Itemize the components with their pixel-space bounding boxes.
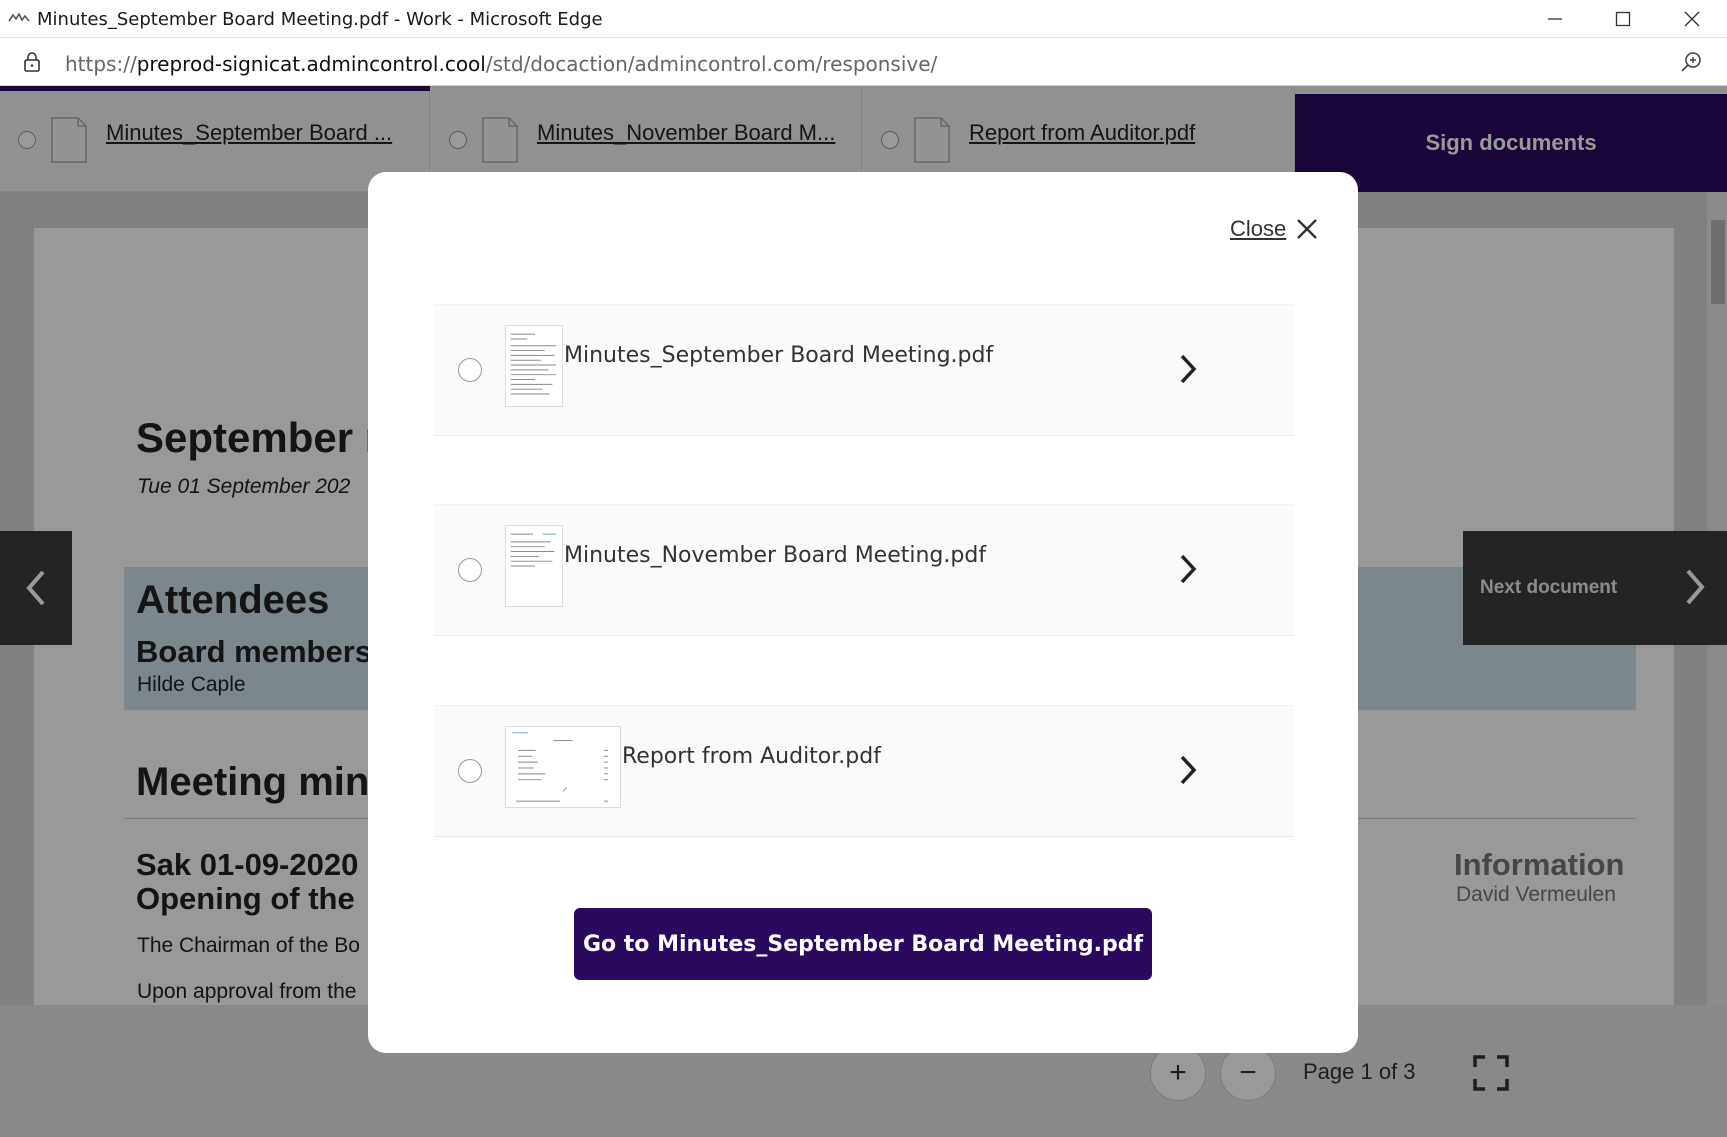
- zoom-icon[interactable]: [1681, 51, 1703, 73]
- document-name[interactable]: Report from Auditor.pdf: [622, 744, 881, 769]
- chevron-right-icon[interactable]: [1178, 754, 1198, 786]
- address-bar[interactable]: https://preprod-signicat.admincontrol.co…: [0, 39, 1727, 86]
- close-button[interactable]: Close: [1230, 216, 1318, 242]
- close-icon: [1684, 11, 1700, 27]
- document-row-november[interactable]: Minutes_November Board Meeting.pdf: [434, 504, 1294, 636]
- url-text[interactable]: https://preprod-signicat.admincontrol.co…: [65, 52, 937, 76]
- url-path: /std/docaction/admincontrol.com/responsi…: [485, 52, 938, 76]
- document-name[interactable]: Minutes_November Board Meeting.pdf: [564, 543, 986, 568]
- close-window-button[interactable]: [1672, 4, 1712, 34]
- minimize-icon: [1548, 18, 1562, 20]
- window-titlebar: Minutes_September Board Meeting.pdf - Wo…: [0, 0, 1727, 38]
- close-icon[interactable]: [1296, 218, 1318, 240]
- maximize-icon: [1615, 11, 1631, 27]
- lock-icon: [24, 52, 40, 72]
- minimize-button[interactable]: [1535, 4, 1575, 34]
- document-thumbnail: [505, 325, 563, 407]
- go-to-document-button[interactable]: Go to Minutes_September Board Meeting.pd…: [574, 908, 1152, 980]
- url-scheme: https://: [65, 52, 137, 76]
- document-list-modal: Close Minutes_September Board Meeting.pd…: [368, 172, 1358, 1053]
- chevron-right-icon[interactable]: [1178, 353, 1198, 385]
- document-row-auditor[interactable]: Report from Auditor.pdf: [434, 705, 1294, 837]
- close-label[interactable]: Close: [1230, 216, 1286, 242]
- maximize-button[interactable]: [1603, 4, 1643, 34]
- chevron-right-icon[interactable]: [1178, 553, 1198, 585]
- document-thumbnail: [505, 525, 563, 607]
- document-radio[interactable]: [458, 558, 482, 582]
- edge-app-icon: [8, 12, 30, 22]
- document-thumbnail: [505, 726, 621, 808]
- window-title: Minutes_September Board Meeting.pdf - Wo…: [37, 9, 603, 30]
- document-radio[interactable]: [458, 759, 482, 783]
- document-row-september[interactable]: Minutes_September Board Meeting.pdf: [434, 304, 1294, 436]
- document-radio[interactable]: [458, 358, 482, 382]
- document-name[interactable]: Minutes_September Board Meeting.pdf: [564, 343, 993, 368]
- url-domain: preprod-signicat.admincontrol.cool: [136, 52, 486, 76]
